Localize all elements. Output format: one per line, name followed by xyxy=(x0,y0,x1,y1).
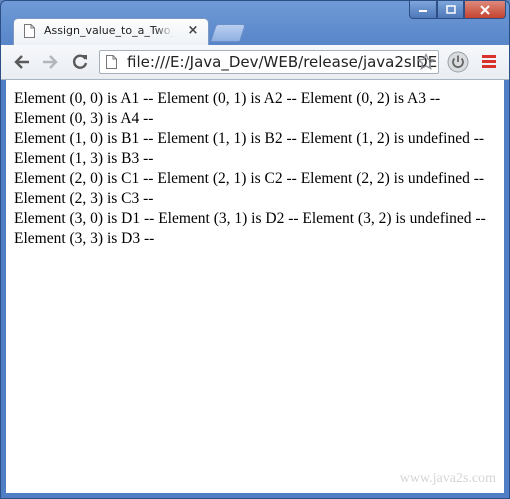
page-icon xyxy=(24,24,35,38)
hamburger-menu-icon[interactable] xyxy=(482,55,496,68)
address-bar[interactable]: file:///E:/Java_Dev/WEB/release/java2sID… xyxy=(99,50,439,74)
tab-strip: Assign_value_to_a_Two_dim × xyxy=(1,1,509,45)
row-output-1: Element (1, 0) is B1 -- Element (1, 1) i… xyxy=(14,130,485,167)
active-tab[interactable]: Assign_value_to_a_Two_dim × xyxy=(13,18,209,45)
back-arrow-icon[interactable] xyxy=(13,53,31,71)
page-content: Element (0, 0) is A1 -- Element (0, 1) i… xyxy=(6,80,504,493)
reload-icon[interactable] xyxy=(71,53,89,71)
close-icon xyxy=(480,5,490,15)
output-text: Element (0, 0) is A1 -- Element (0, 1) i… xyxy=(14,89,494,249)
row-output-3: Element (3, 0) is D1 -- Element (3, 1) i… xyxy=(14,210,486,247)
maximize-button[interactable] xyxy=(437,1,464,19)
page-icon xyxy=(106,55,117,69)
tab-title: Assign_value_to_a_Two_dim xyxy=(44,24,174,37)
bookmark-star-icon[interactable] xyxy=(417,53,435,71)
watermark: www.java2s.com xyxy=(399,471,496,486)
power-icon[interactable] xyxy=(447,51,469,73)
tab-close-icon[interactable]: × xyxy=(186,23,200,39)
browser-toolbar: file:///E:/Java_Dev/WEB/release/java2sID… xyxy=(1,45,509,80)
forward-arrow-icon[interactable] xyxy=(41,53,59,71)
url-text: file:///E:/Java_Dev/WEB/release/java2sID… xyxy=(127,53,438,71)
minimize-icon xyxy=(419,10,427,12)
new-tab-button[interactable] xyxy=(210,24,246,42)
row-output-0: Element (0, 0) is A1 -- Element (0, 1) i… xyxy=(14,90,441,127)
maximize-icon xyxy=(445,5,456,14)
minimize-button[interactable] xyxy=(409,1,437,19)
browser-window: Assign_value_to_a_Two_dim × xyxy=(0,0,510,499)
close-window-button[interactable] xyxy=(464,1,506,19)
row-output-2: Element (2, 0) is C1 -- Element (2, 1) i… xyxy=(14,170,485,207)
